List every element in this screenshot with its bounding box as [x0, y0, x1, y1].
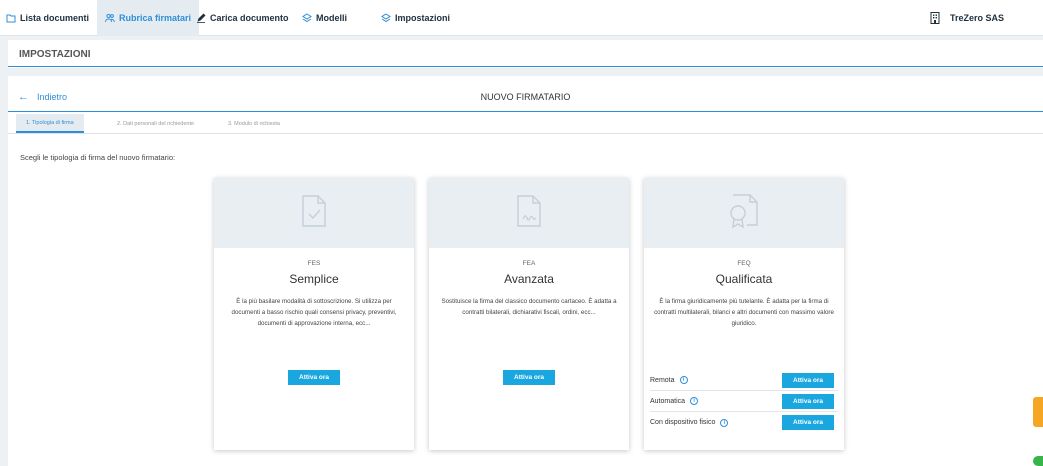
info-icon[interactable]: i: [720, 418, 729, 427]
card-code: FEA: [522, 260, 536, 267]
info-icon[interactable]: i: [690, 397, 699, 405]
nav-label: Impostazioni: [395, 13, 451, 23]
activate-button[interactable]: Attiva ora: [503, 370, 555, 385]
activate-remota-button[interactable]: Attiva ora: [782, 373, 834, 388]
nav-item-impostazioni[interactable]: Impostazioni: [381, 0, 450, 36]
card-title: Qualificata: [715, 272, 773, 286]
card-title: Semplice: [289, 272, 339, 286]
nav-item-carica-documento[interactable]: Carica documento: [196, 0, 289, 36]
card-description: Sostituisce la firma del classico docume…: [441, 298, 617, 316]
activate-dispositivo-button[interactable]: Attiva ora: [782, 415, 834, 430]
activate-automatica-button[interactable]: Attiva ora: [782, 394, 834, 409]
activate-button[interactable]: Attiva ora: [288, 370, 340, 385]
section-title: IMPOSTAZIONI: [8, 40, 1043, 67]
top-navigation: Lista documenti Rubrica firmatari Carica…: [0, 0, 1043, 36]
card-description: È la firma giuridicamente più tutelante.…: [654, 298, 834, 327]
option-label: Con dispositivo fisico: [650, 419, 716, 426]
card-title: Avanzata: [504, 272, 554, 286]
card-qualificata: FEQ Qualificata È la firma giuridicament…: [644, 178, 844, 450]
option-row-remota: Remota i Attiva ora: [650, 370, 838, 391]
card-description: È la più basilare modalità di sottoscriz…: [231, 298, 397, 327]
divider: [8, 68, 1043, 76]
option-row-automatica: Automatica i Attiva ora: [650, 391, 838, 412]
building-icon: [930, 12, 940, 24]
nav-item-lista-documenti[interactable]: Lista documenti: [6, 0, 89, 36]
settings-icon: [381, 13, 391, 23]
page-title: NUOVO FIRMATARIO: [480, 92, 571, 102]
card-code: FEQ: [737, 260, 751, 267]
card-hero: [214, 178, 414, 248]
card-avanzata: FEA Avanzata Sostituisce la firma del cl…: [429, 178, 629, 450]
chat-launcher[interactable]: [1033, 456, 1043, 466]
nav-label: Carica documento: [210, 13, 289, 23]
card-hero: [644, 178, 844, 248]
form-header: ← Indietro NUOVO FIRMATARIO: [8, 84, 1043, 112]
company-selector[interactable]: TreZero SAS: [930, 0, 1004, 36]
info-icon[interactable]: i: [679, 376, 688, 384]
option-row-dispositivo-fisico: Con dispositivo fisico i Attiva ora: [650, 412, 838, 433]
layers-icon: [302, 13, 312, 23]
nav-item-rubrica-firmatari[interactable]: Rubrica firmatari: [97, 0, 200, 36]
nav-label: Rubrica firmatari: [119, 13, 192, 23]
content-panel: IMPOSTAZIONI ← Indietro NUOVO FIRMATARIO…: [8, 40, 1043, 466]
document-signature-icon: [516, 194, 542, 233]
card-hero: [429, 178, 629, 248]
document-check-icon: [301, 194, 327, 233]
stepper: 1. Tipologia di firma 2. Dati personali …: [8, 114, 1043, 134]
nav-label: Lista documenti: [20, 13, 90, 23]
card-semplice: FES Semplice È la più basilare modalità …: [214, 178, 414, 450]
step-modulo-richiesta[interactable]: 3. Modulo di richiesta: [228, 114, 280, 133]
users-icon: [105, 13, 115, 23]
pen-icon: [196, 13, 206, 23]
document-certificate-icon: [727, 193, 761, 234]
step-tipologia-firma[interactable]: 1. Tipologia di firma: [16, 114, 84, 133]
feedback-tab[interactable]: [1033, 397, 1043, 427]
company-name: TreZero SAS: [950, 13, 1005, 23]
card-code: FES: [307, 260, 321, 267]
option-label: Remota: [650, 376, 675, 384]
option-label: Automatica: [650, 397, 686, 405]
step-dati-personali[interactable]: 2. Dati personali del richiedente: [117, 114, 194, 133]
nav-item-modelli[interactable]: Modelli: [302, 0, 347, 36]
instruction-text: Scegli le tipologia di firma del nuovo f…: [20, 153, 176, 162]
folder-icon: [6, 13, 16, 23]
nav-label: Modelli: [316, 13, 347, 23]
